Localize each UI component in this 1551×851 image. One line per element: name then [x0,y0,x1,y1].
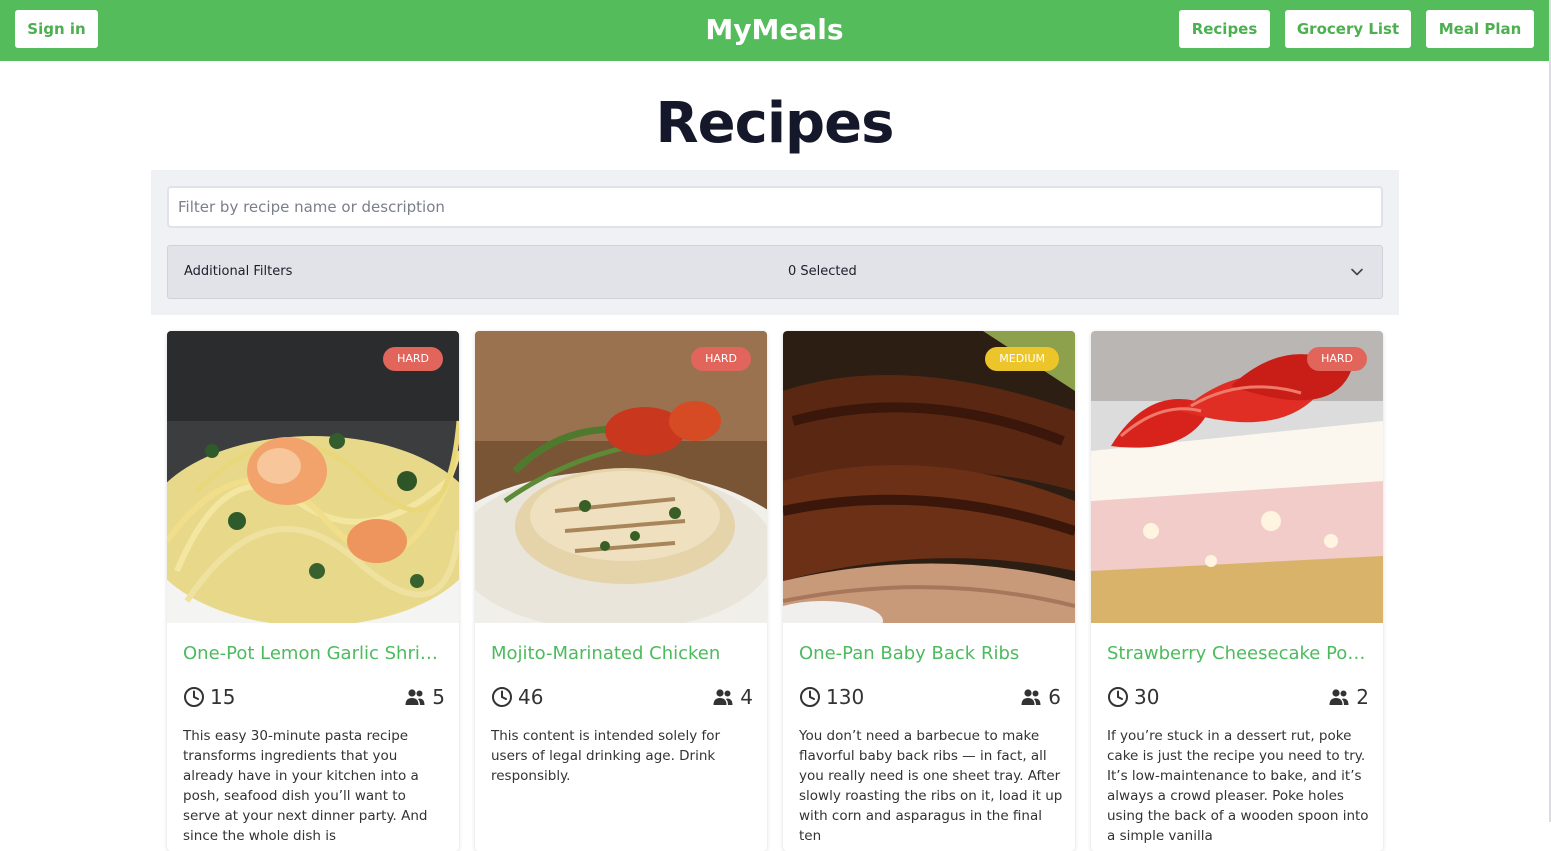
people-icon [713,689,733,705]
recipe-photo[interactable]: MEDIUM [783,331,1075,623]
recipe-meta: 30 2 [1107,684,1369,710]
servings: 4 [740,685,753,709]
recipe-title[interactable]: Strawberry Cheesecake Poke Cake [1107,642,1369,666]
difficulty-badge: HARD [383,347,443,371]
servings: 6 [1048,685,1061,709]
additional-filters-label: Additional Filters [184,264,293,279]
recipe-meta: 15 5 [183,684,445,710]
recipe-title[interactable]: One-Pot Lemon Garlic Shrimp Pasta [183,642,445,666]
additional-filters-dropdown[interactable]: Additional Filters 0 Selected [167,245,1383,299]
servings: 2 [1356,685,1369,709]
recipe-meta: 130 6 [799,684,1061,710]
recipe-search-input[interactable] [167,186,1383,228]
servings: 5 [432,685,445,709]
recipe-photo[interactable]: HARD [475,331,767,623]
clock-icon [492,687,512,707]
difficulty-badge: MEDIUM [985,347,1059,371]
cook-time: 46 [518,685,544,709]
difficulty-badge: HARD [691,347,751,371]
nav-meal-plan-button[interactable]: Meal Plan [1426,10,1534,48]
cook-time: 130 [826,685,865,709]
recipe-card[interactable]: HARD One-Pot Lemon Garlic Shrimp Pasta 1… [167,331,459,851]
recipe-description: You don’t need a barbecue to make flavor… [799,728,1063,844]
clock-icon [800,687,820,707]
clock-icon [1108,687,1128,707]
recipe-description: This content is intended solely for user… [491,728,721,784]
difficulty-badge: HARD [1307,347,1367,371]
clock-icon [184,687,204,707]
recipe-meta: 46 4 [491,684,753,710]
recipe-title[interactable]: Mojito-Marinated Chicken [491,642,753,666]
cook-time: 15 [210,685,236,709]
people-icon [1021,689,1041,705]
nav-recipes-button[interactable]: Recipes [1179,10,1270,48]
cook-time: 30 [1134,685,1160,709]
nav-grocery-list-button[interactable]: Grocery List [1285,10,1411,48]
recipe-description: This easy 30-minute pasta recipe transfo… [183,728,428,844]
selected-count: 0 Selected [788,264,857,279]
people-icon [1329,689,1349,705]
recipe-card[interactable]: HARD Strawberry Cheesecake Poke Cake 30 … [1091,331,1383,851]
people-icon [405,689,425,705]
recipe-description: If you’re stuck in a dessert rut, poke c… [1107,728,1369,844]
recipe-card[interactable]: MEDIUM One-Pan Baby Back Ribs 130 6 You … [783,331,1075,851]
page-title: Recipes [655,91,895,156]
filter-panel: Additional Filters 0 Selected [151,170,1399,315]
recipe-title[interactable]: One-Pan Baby Back Ribs [799,642,1061,666]
chevron-down-icon [1351,268,1363,276]
navbar: Sign in MyMeals Recipes Grocery List Mea… [0,0,1549,61]
recipe-photo[interactable]: HARD [167,331,459,623]
recipe-card[interactable]: HARD Mojito-Marinated Chicken 46 4 This … [475,331,767,851]
sign-in-button[interactable]: Sign in [15,10,98,48]
recipe-photo[interactable]: HARD [1091,331,1383,623]
